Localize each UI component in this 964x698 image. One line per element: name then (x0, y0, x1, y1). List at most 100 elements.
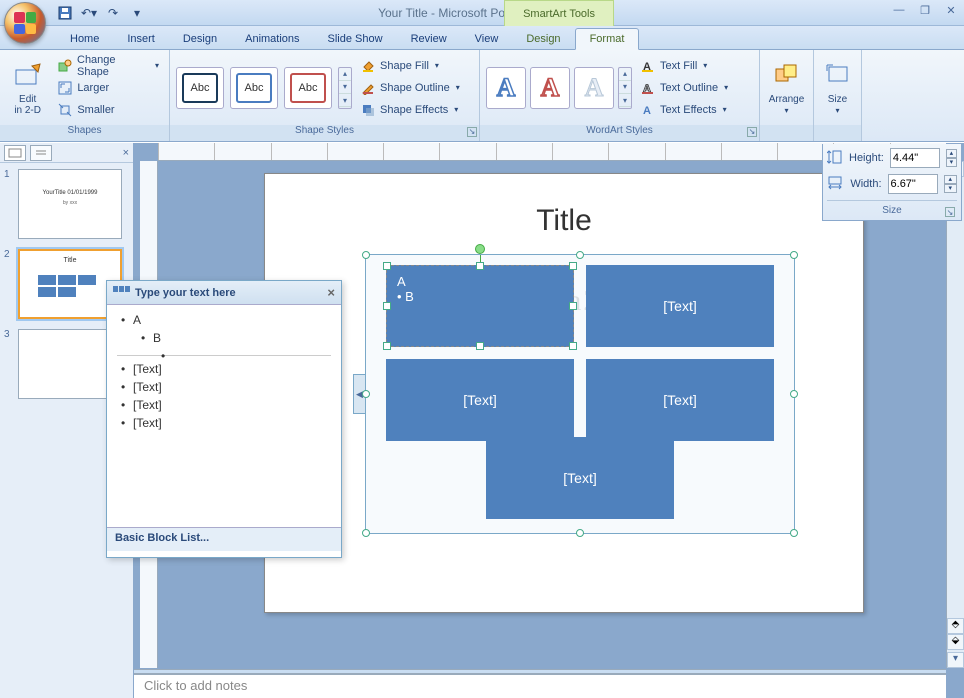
text-fill-button[interactable]: A Text Fill▾ (636, 56, 732, 76)
arrange-icon (771, 60, 803, 92)
group-shapes: Edit in 2-D Change Shape▾ Larger Smaller… (0, 50, 170, 141)
smaller-button[interactable]: Smaller (53, 100, 163, 120)
vertical-scrollbar[interactable]: ▴ ⬘ ⬙ ▾ (946, 161, 964, 668)
shape-style-more[interactable]: ▴▾▾ (338, 67, 352, 109)
group-label-shape-styles: Shape Styles↘ (170, 125, 479, 141)
thumb-number: 1 (4, 169, 14, 239)
wordart-style-1[interactable]: A (486, 67, 526, 109)
change-shape-button[interactable]: Change Shape▾ (53, 56, 163, 76)
height-label: Height: (849, 152, 884, 164)
height-input[interactable] (890, 148, 940, 168)
shape-styles-dialog-launcher[interactable]: ↘ (467, 127, 477, 137)
smartart-block-2[interactable]: [Text] (586, 265, 774, 347)
qat-customize-icon[interactable]: ▾ (128, 4, 146, 22)
larger-button[interactable]: Larger (53, 78, 163, 98)
text-pane-footer[interactable]: Basic Block List... (107, 527, 341, 551)
tab-review[interactable]: Review (397, 29, 461, 49)
tab-view[interactable]: View (461, 29, 513, 49)
text-item[interactable]: [Text] (117, 414, 331, 432)
redo-icon[interactable]: ↷ (104, 4, 122, 22)
paint-bucket-icon (360, 58, 376, 74)
restore-button[interactable]: ❐ (916, 2, 934, 18)
wordart-dialog-launcher[interactable]: ↘ (747, 127, 757, 137)
rotate-handle[interactable] (475, 244, 485, 254)
group-label-wordart: WordArt Styles↘ (480, 125, 759, 141)
group-arrange: Arrange▾ (760, 50, 814, 141)
smartart-block-3[interactable]: [Text] (386, 359, 574, 441)
text-item[interactable]: [Text] (117, 378, 331, 396)
text-effects-button[interactable]: A Text Effects▾ (636, 100, 732, 120)
shape-fill-button[interactable]: Shape Fill▾ (356, 56, 464, 76)
prev-slide-button[interactable]: ⬘ (947, 618, 964, 634)
ribbon: Edit in 2-D Change Shape▾ Larger Smaller… (0, 50, 964, 142)
undo-icon[interactable]: ↶▾ (80, 4, 98, 22)
change-shape-icon (57, 58, 73, 74)
thumb-number: 2 (4, 249, 14, 319)
text-pane-title: Type your text here (135, 287, 236, 299)
shape-style-2[interactable]: Abc (230, 67, 278, 109)
wordart-style-3[interactable]: A (574, 67, 614, 109)
text-item[interactable]: A (117, 311, 331, 329)
text-item[interactable]: [Text] (117, 396, 331, 414)
pencil-icon (360, 80, 376, 96)
effects-icon (360, 102, 376, 118)
office-button[interactable] (4, 2, 52, 50)
tab-home[interactable]: Home (56, 29, 113, 49)
ribbon-tabs: Home Insert Design Animations Slide Show… (0, 26, 964, 50)
arrange-button[interactable]: Arrange▾ (766, 54, 807, 122)
wordart-style-more[interactable]: ▴▾▾ (618, 67, 632, 109)
group-shape-styles: Abc Abc Abc ▴▾▾ Shape Fill▾ Shape Outlin… (170, 50, 480, 141)
outline-tab[interactable] (30, 145, 52, 161)
smartart-block-1[interactable]: A• B (386, 265, 574, 347)
svg-text:A: A (643, 105, 651, 117)
width-label: Width: (850, 178, 881, 190)
shape-style-3[interactable]: Abc (284, 67, 332, 109)
size-button[interactable]: Size▾ (820, 54, 855, 122)
tab-animations[interactable]: Animations (231, 29, 313, 49)
text-item[interactable]: [Text] (117, 360, 331, 378)
shape-effects-button[interactable]: Shape Effects▾ (356, 100, 464, 120)
larger-icon (57, 80, 73, 96)
text-pane-icon (113, 286, 131, 300)
shape-outline-button[interactable]: Shape Outline▾ (356, 78, 464, 98)
smartart-block-5[interactable]: [Text] (486, 437, 674, 519)
slides-tab[interactable] (4, 145, 26, 161)
smartart-container[interactable]: ◀ A• B [Text] [Text] [Text] (365, 254, 795, 534)
width-spinner[interactable]: ▴▾ (944, 175, 957, 193)
text-pane-body[interactable]: A B [Text] [Text] [Text] [Text] (107, 305, 341, 527)
size-popup-label: Size↘ (827, 200, 957, 216)
width-input[interactable] (888, 174, 938, 194)
text-effects-icon: A (640, 102, 656, 118)
notes-pane[interactable]: Click to add notes (134, 674, 946, 698)
height-spinner[interactable]: ▴▾ (946, 149, 957, 167)
text-item[interactable] (117, 347, 331, 351)
group-wordart-styles: A A A ▴▾▾ A Text Fill▾ A Text Outline▾ A… (480, 50, 760, 141)
edit-2d-icon (12, 60, 44, 92)
tab-slideshow[interactable]: Slide Show (314, 29, 397, 49)
thumb-number: 3 (4, 329, 14, 399)
tab-design[interactable]: Design (169, 29, 231, 49)
smartart-block-4[interactable]: [Text] (586, 359, 774, 441)
tab-smartart-design[interactable]: Design (512, 29, 574, 49)
tab-insert[interactable]: Insert (113, 29, 169, 49)
slide-thumbnail-1[interactable]: YourTitle 01/01/1999 by xxx (18, 169, 122, 239)
smaller-icon (57, 102, 73, 118)
height-icon (827, 150, 843, 166)
group-size: Size▾ (814, 50, 862, 141)
minimize-button[interactable]: — (890, 2, 908, 18)
wordart-style-2[interactable]: A (530, 67, 570, 109)
text-pane-close-button[interactable]: × (327, 285, 335, 300)
close-button[interactable]: ✕ (942, 2, 960, 18)
next-slide-button[interactable]: ⬙ (947, 634, 964, 650)
group-label-shapes: Shapes (0, 125, 169, 141)
tab-smartart-format[interactable]: Format (575, 28, 640, 50)
edit-in-2d-button[interactable]: Edit in 2-D (6, 54, 49, 122)
panel-close-button[interactable]: × (123, 147, 129, 159)
text-item[interactable]: B (117, 329, 331, 347)
save-icon[interactable] (56, 4, 74, 22)
text-outline-button[interactable]: A Text Outline▾ (636, 78, 732, 98)
slide-title[interactable]: Title (265, 204, 863, 238)
size-dialog-launcher[interactable]: ↘ (945, 207, 955, 217)
shape-style-1[interactable]: Abc (176, 67, 224, 109)
slide-canvas[interactable]: www.java2s.com Title ◀ A• B [Text] (264, 173, 864, 613)
